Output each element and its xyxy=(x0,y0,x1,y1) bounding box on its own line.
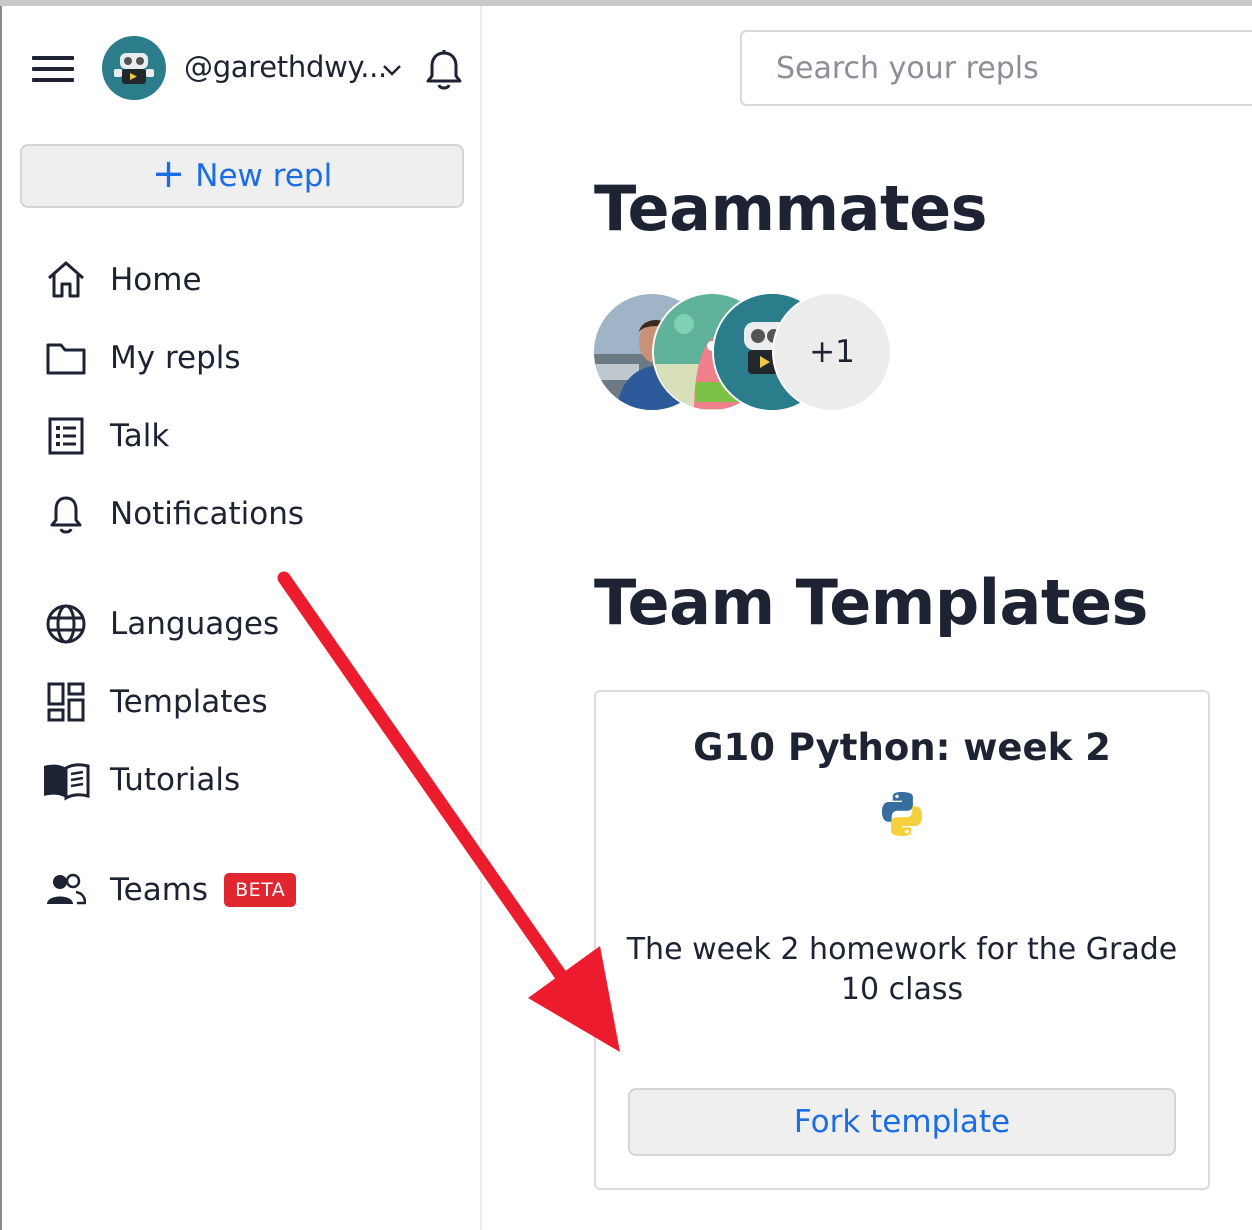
new-repl-label: New repl xyxy=(195,158,333,194)
bell-icon[interactable] xyxy=(424,48,464,92)
home-icon xyxy=(42,256,90,304)
new-repl-button[interactable]: + New repl xyxy=(20,144,464,208)
sidebar-item-label: Notifications xyxy=(110,496,305,532)
sidebar-item-templates[interactable]: Templates xyxy=(42,674,462,730)
chevron-down-icon[interactable] xyxy=(380,60,404,80)
more-teammates-button[interactable]: +1 xyxy=(772,292,892,412)
username[interactable]: @garethdwy... xyxy=(184,50,387,84)
robot-avatar-icon xyxy=(114,53,154,84)
book-icon xyxy=(42,756,90,804)
sidebar: @garethdwy... + New repl Home My repls T… xyxy=(2,6,482,1230)
sidebar-item-my-repls[interactable]: My repls xyxy=(42,330,462,386)
globe-icon xyxy=(42,600,90,648)
search-box[interactable] xyxy=(740,30,1252,106)
template-title: G10 Python: week 2 xyxy=(693,726,1111,769)
sidebar-item-label: Languages xyxy=(110,606,280,642)
sidebar-item-label: Templates xyxy=(110,684,268,720)
plus-icon: + xyxy=(151,151,186,197)
sidebar-item-tutorials[interactable]: Tutorials xyxy=(42,752,462,808)
sidebar-item-notifications[interactable]: Notifications xyxy=(42,486,462,542)
sidebar-item-label: Tutorials xyxy=(110,762,241,798)
sidebar-item-home[interactable]: Home xyxy=(42,252,462,308)
sidebar-item-label: Home xyxy=(110,262,202,298)
sidebar-item-teams[interactable]: Teams BETA xyxy=(42,862,462,918)
bell-icon xyxy=(42,490,90,538)
sidebar-item-label: My repls xyxy=(110,340,241,376)
sidebar-item-languages[interactable]: Languages xyxy=(42,596,462,652)
folder-icon xyxy=(42,334,90,382)
teammates-heading: Teammates xyxy=(594,172,988,245)
avatar[interactable] xyxy=(102,36,166,100)
team-templates-heading: Team Templates xyxy=(594,566,1148,639)
list-icon xyxy=(42,412,90,460)
template-card[interactable]: G10 Python: week 2 The week 2 homework f… xyxy=(594,690,1210,1190)
menu-icon[interactable] xyxy=(32,54,74,84)
template-description: The week 2 homework for the Grade 10 cla… xyxy=(626,932,1178,1007)
sidebar-item-talk[interactable]: Talk xyxy=(42,408,462,464)
beta-badge: BETA xyxy=(224,873,297,907)
fork-template-button[interactable]: Fork template xyxy=(628,1088,1176,1156)
python-icon xyxy=(882,792,922,836)
search-input[interactable] xyxy=(774,50,1238,87)
more-teammates-count: +1 xyxy=(809,334,855,370)
sidebar-item-label: Talk xyxy=(110,418,170,454)
sidebar-item-label: Teams xyxy=(110,872,209,908)
people-icon xyxy=(42,866,90,914)
teammates-avatars: +1 xyxy=(592,292,902,416)
templates-icon xyxy=(42,678,90,726)
